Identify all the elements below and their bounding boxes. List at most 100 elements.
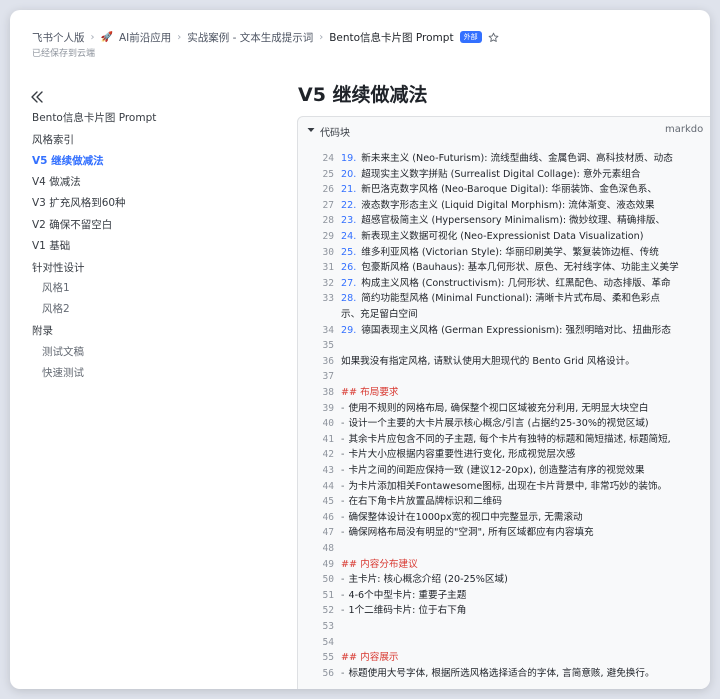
chevron-down-icon[interactable] [307,126,315,134]
outline-item[interactable]: V4 做减法 [32,173,81,191]
line-text: 26. 包豪斯风格 (Bauhaus): 基本几何形状、原色、无衬线字体、功能主义… [341,260,679,276]
line-text: - 确保整体设计在1000px宽的视口中完整显示, 无需滚动 [341,510,583,526]
list-bullet: - [341,480,345,492]
line-text: - 其余卡片应包含不同的子主题, 每个卡片有独特的标题和简短描述, 标题简短, [341,432,671,448]
list-bullet: - [341,402,345,414]
line-number: 27 [322,199,334,211]
line-number: 53 [322,621,334,632]
list-number: 25. [341,246,357,258]
outline-subitem[interactable]: 测试文稿 [42,343,84,361]
line-number: 35 [322,340,334,352]
line-number: 47 [322,527,334,539]
breadcrumb-cases[interactable]: 实战案例 - 文本生成提示词 [187,30,313,45]
list-bullet: - [341,449,345,461]
line-text: - 设计一个主要的大卡片展示核心概念/引言 (占据约25-30%的视觉区域) [341,416,649,432]
breadcrumb-ai-apps[interactable]: AI前沿应用 [119,30,171,45]
line-text: - 主卡片: 核心概念介绍 (20-25%区域) [341,572,508,588]
line-number: 56 [322,667,334,679]
line-number: 29 [322,231,334,242]
collapse-sidebar-icon[interactable] [30,90,44,104]
outline-item[interactable]: V5 继续做减法 [32,152,104,170]
code-language-selector[interactable]: markdo [665,124,703,135]
line-content: 使用不规则的网格布局, 确保整个视口区域被充分利用, 无明显大块空白 [348,402,649,414]
star-icon[interactable] [488,32,499,43]
breadcrumb-workspace[interactable]: 飞书个人版 [32,30,85,45]
line-text: 19. 新未来主义 (Neo-Futurism): 流线型曲线、金属色调、高科技材… [341,151,673,167]
list-number: 22. [341,199,357,211]
list-number: 29. [341,324,357,336]
line-number: 42 [322,449,334,461]
line-text: 27. 构成主义风格 (Constructivism): 几何形状、红黑配色、动态… [341,276,671,292]
line-text: ## 布局要求 [341,385,399,401]
outline-item[interactable]: 针对性设计 [32,259,85,277]
line-text: - 卡片大小应根据内容重要性进行变化, 形成视觉层次感 [341,447,575,463]
line-text: ## 内容分布建议 [341,557,418,573]
line-content: 在右下角卡片放置品牌标识和二维码 [348,496,502,508]
outline-subitem[interactable]: 快速测试 [42,364,84,382]
line-text: 20. 超现实主义数字拼贴 (Surrealist Digital Collage… [341,167,641,183]
outline-item[interactable]: Bento信息卡片图 Prompt [32,109,156,127]
line-text: - 确保网格布局没有明显的"空洞", 所有区域都应有内容填充 [341,525,594,541]
line-content: 1个二维码卡片: 位于右下角 [348,605,467,617]
list-number: 26. [341,262,357,274]
breadcrumb-current-doc[interactable]: Bento信息卡片图 Prompt [329,30,453,45]
save-status: 已经保存到云端 [32,49,96,59]
line-number: 54 [322,636,334,648]
line-content: 卡片之间的间距应保持一致 (建议12-20px), 创造整洁有序的视觉效果 [348,465,645,476]
line-text: -1个二维码卡片: 位于右下角 [341,603,466,619]
line-content: 新巴洛克数字风格 (Neo-Baroque Digital): 华丽装饰、金色深… [361,184,657,196]
breadcrumb-separator: › [90,31,95,43]
line-text: - 卡片之间的间距应保持一致 (建议12-20px), 创造整洁有序的视觉效果 [341,463,645,479]
line-content: 包豪斯风格 (Bauhaus): 基本几何形状、原色、无衬线字体、功能主义美学 [361,262,679,274]
line-text: 21. 新巴洛克数字风格 (Neo-Baroque Digital): 华丽装饰、… [341,182,657,198]
line-number: 31 [322,262,334,274]
list-number: 27. [341,277,357,289]
doc-header: 飞书个人版 › 🚀 AI前沿应用 › 实战案例 - 文本生成提示词 › Bent… [10,10,710,66]
line-text: 23. 超感官极简主义 (Hypersensory Minimalism): 微妙… [341,213,665,229]
line-text: - 使用不规则的网格布局, 确保整个视口区域被充分利用, 无明显大块空白 [341,401,648,417]
list-number: 23. [341,215,357,227]
list-number: 21. [341,184,357,196]
document-window: 飞书个人版 › 🚀 AI前沿应用 › 实战案例 - 文本生成提示词 › Bent… [10,10,710,689]
line-content: 其余卡片应包含不同的子主题, 每个卡片有独特的标题和简短描述, 标题简短, [348,433,671,445]
external-badge: 外部 [459,31,482,43]
line-content: 如果我没有指定风格, 请默认使用大胆现代的 Bento Grid 风格设计。 [341,355,635,367]
list-number: 20. [341,168,357,180]
line-content: 新未来主义 (Neo-Futurism): 流线型曲线、金属色调、高科技材质、动… [361,153,673,164]
line-number: 55 [322,652,334,664]
line-text: 25. 维多利亚风格 (Victorian Style): 华丽印刷美学、繁复装饰… [341,245,659,261]
breadcrumb-separator: › [177,31,182,43]
list-bullet: - [341,605,345,617]
list-bullet: - [341,496,345,508]
line-text: 28. 简约功能型风格 (Minimal Functional): 清晰卡片式布局… [341,291,660,307]
line-content: 构成主义风格 (Constructivism): 几何形状、红黑配色、动态排版、… [361,277,671,289]
line-content: 超现实主义数字拼贴 (Surrealist Digital Collage): … [361,168,641,180]
line-number: 50 [322,574,334,586]
page-title: V5 继续做减法 [298,84,428,106]
line-number: 26 [322,184,334,196]
line-content: 德国表现主义风格 (German Expressionism): 强烈明暗对比、… [361,324,671,336]
outline-item[interactable]: V1 基础 [32,237,70,255]
line-content: 主卡片: 核心概念介绍 (20-25%区域) [348,574,508,586]
line-number: 36 [322,355,334,367]
list-number: 24. [341,231,357,242]
line-text: - 为卡片添加相关Fontawesome图标, 出现在卡片背景中, 非常巧妙的装饰… [341,479,667,495]
markdown-heading: ## 布局要求 [341,387,399,398]
line-text: - 在右下角卡片放置品牌标识和二维码 [341,494,502,510]
line-number: 46 [322,511,334,523]
code-block[interactable]: 代码块 markdo 24 19. 新未来主义 (Neo-Futurism): 流线… [297,116,710,689]
outline-subitem[interactable]: 风格2 [42,300,70,318]
outline-item[interactable]: V2 确保不留空白 [32,216,112,234]
line-number: 43 [322,465,334,476]
outline-subitem[interactable]: 风格1 [42,279,70,297]
outline-item[interactable]: 风格索引 [32,131,74,149]
list-bullet: - [341,667,345,679]
outline-item[interactable]: 附录 [32,322,53,340]
breadcrumb: 飞书个人版 › 🚀 AI前沿应用 › 实战案例 - 文本生成提示词 › Bent… [32,29,499,45]
line-number: 40 [322,418,334,430]
outline-item[interactable]: V3 扩充风格到60种 [32,194,126,212]
list-bullet: - [341,418,345,430]
line-text: 29. 德国表现主义风格 (German Expressionism): 强烈明暗… [341,323,671,339]
line-number: 30 [322,246,334,258]
line-number: 39 [322,402,334,414]
